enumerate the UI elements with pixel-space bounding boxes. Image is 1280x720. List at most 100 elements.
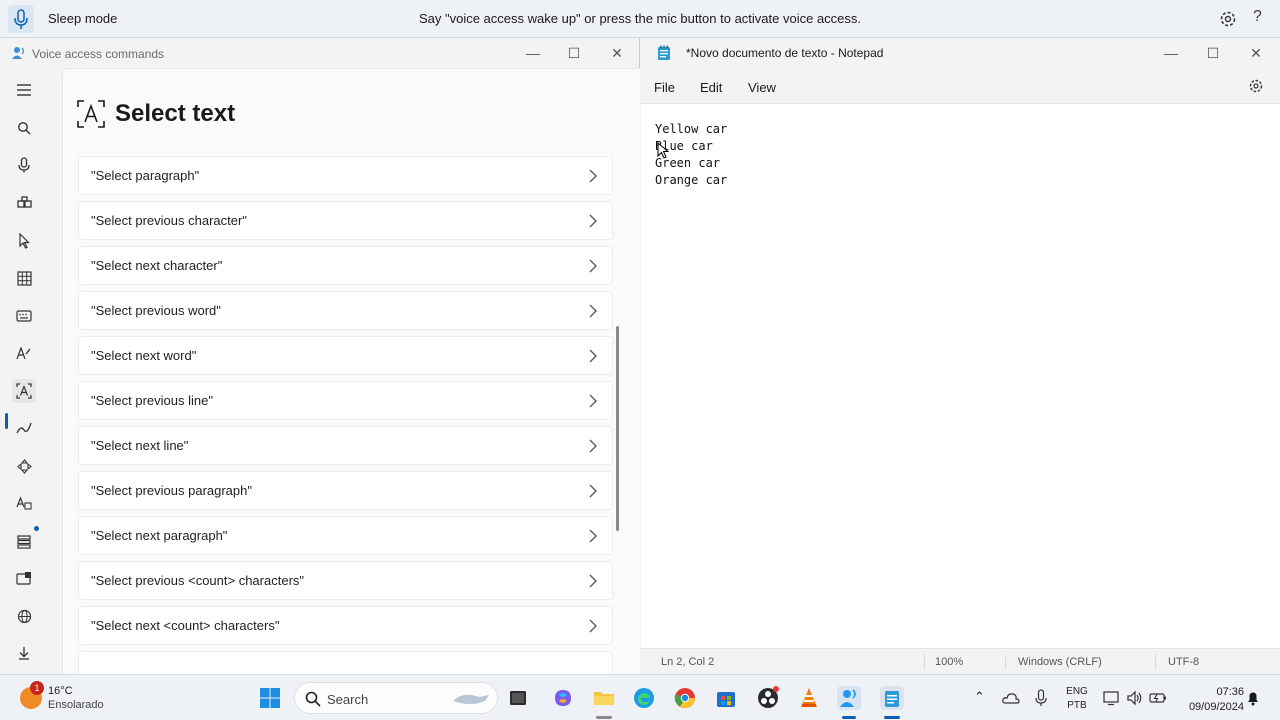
chevron-right-icon — [589, 619, 597, 633]
search-icon — [18, 122, 31, 135]
nav-keyboard[interactable] — [12, 304, 36, 328]
nav-apps[interactable] — [12, 191, 36, 215]
network-icon[interactable] — [1103, 690, 1121, 706]
microphone-icon[interactable] — [1034, 689, 1048, 707]
menu-file[interactable]: File — [654, 80, 675, 95]
running-indicator — [884, 716, 900, 719]
command-item[interactable]: "Select previous character" — [78, 201, 613, 240]
command-item[interactable]: "Select next word" — [78, 336, 613, 375]
nav-pointer[interactable] — [12, 229, 36, 253]
select-text-icon — [77, 100, 105, 128]
command-item[interactable]: "Select next paragraph" — [78, 516, 613, 555]
task-view-icon[interactable] — [506, 686, 530, 710]
text-editor[interactable]: Yellow car Blue car Green car Orange car — [641, 104, 1280, 648]
nav-text-edit[interactable] — [12, 341, 36, 365]
command-item[interactable]: "Select paragraph" — [78, 156, 613, 195]
cursor-position: Ln 2, Col 2 — [661, 656, 715, 668]
obs-icon[interactable] — [756, 686, 780, 710]
copilot-icon[interactable] — [551, 686, 575, 710]
close-button[interactable]: ✕ — [1247, 44, 1265, 62]
command-item[interactable]: "Select previous paragraph" — [78, 471, 613, 510]
gear-icon[interactable] — [1218, 9, 1238, 29]
nav-download[interactable] — [12, 641, 36, 665]
notification-bell-icon[interactable] — [1246, 690, 1260, 706]
encoding: UTF-8 — [1168, 656, 1200, 668]
layers-icon — [17, 534, 31, 549]
nav-screen[interactable] — [12, 566, 36, 590]
voice-access-icon[interactable] — [837, 686, 861, 710]
search-highlight-icon — [453, 694, 489, 704]
keyboard-icon — [16, 310, 32, 322]
title-bar: *Novo documento de texto - Notepad — ☐ ✕ — [641, 38, 1280, 68]
command-item[interactable]: "Select previous word" — [78, 291, 613, 330]
taskbar: 1 16°C Ensolarado Search ⌃ ENG PTB 07:36… — [0, 674, 1280, 720]
title-bar: Voice access commands — ☐ ✕ — [0, 38, 640, 68]
nav-grid[interactable] — [12, 266, 36, 290]
nav-menu[interactable] — [12, 78, 36, 102]
chevron-right-icon — [589, 574, 597, 588]
vlc-icon[interactable] — [797, 686, 821, 710]
file-explorer-icon[interactable] — [592, 686, 616, 710]
chevron-up-icon[interactable]: ⌃ — [974, 689, 985, 705]
nav-move[interactable] — [12, 454, 36, 478]
zoom-level: 100% — [935, 656, 964, 668]
nav-settings[interactable] — [12, 526, 39, 553]
command-item[interactable]: "Select next character" — [78, 246, 613, 285]
menu-edit[interactable]: Edit — [700, 80, 722, 95]
nav-microphone[interactable] — [12, 153, 36, 177]
date: 09/09/2024 — [1188, 701, 1244, 713]
chevron-right-icon — [589, 394, 597, 408]
grid-icon — [16, 270, 32, 286]
active-indicator — [5, 413, 8, 429]
move-icon — [16, 458, 32, 474]
command-item[interactable]: "Select next <count> characters" — [78, 606, 613, 645]
weather-widget[interactable]: 1 16°C Ensolarado — [20, 681, 120, 713]
nav-language[interactable] — [12, 604, 36, 628]
divider — [1005, 654, 1006, 669]
divider — [1155, 654, 1156, 669]
maximize-button[interactable]: ☐ — [1204, 44, 1222, 62]
dictation-icon — [16, 422, 32, 434]
volume-icon[interactable] — [1126, 690, 1144, 706]
voice-access-app-icon — [12, 47, 25, 59]
nav-select-text[interactable] — [12, 379, 36, 403]
command-item[interactable]: "Select previous <count> characters" — [78, 561, 613, 600]
notepad-icon — [658, 45, 670, 60]
command-item[interactable]: "Select next line" — [78, 426, 613, 465]
select-text-icon — [16, 383, 32, 399]
notification-dot — [34, 526, 39, 531]
gear-icon[interactable] — [1248, 78, 1264, 94]
close-button[interactable]: ✕ — [608, 44, 626, 62]
text-line: Orange car — [655, 173, 728, 187]
status-bar: Ln 2, Col 2 100% Windows (CRLF) UTF-8 — [641, 648, 1280, 674]
help-button[interactable]: ? — [1253, 8, 1262, 26]
download-icon — [19, 647, 29, 660]
nav-search[interactable] — [12, 116, 36, 140]
nav-spelling[interactable] — [12, 491, 36, 515]
weather-temperature: 16°C — [48, 685, 73, 697]
notepad-icon[interactable] — [880, 686, 904, 710]
scrollbar[interactable] — [616, 326, 619, 531]
page-title: Select text — [115, 100, 236, 127]
minimize-button[interactable]: — — [1162, 44, 1180, 62]
onedrive-icon[interactable] — [1002, 690, 1020, 706]
weather-condition: Ensolarado — [48, 699, 104, 711]
edge-icon[interactable] — [632, 686, 656, 710]
command-item[interactable]: "Select previous line" — [78, 381, 613, 420]
voice-access-bar: Sleep mode Say "voice access wake up" or… — [0, 0, 1280, 38]
command-item[interactable] — [78, 651, 613, 674]
store-icon[interactable] — [714, 686, 738, 710]
language-indicator[interactable]: ENG PTB — [1062, 685, 1092, 713]
taskbar-search[interactable]: Search — [294, 682, 498, 714]
windows-start-icon[interactable] — [258, 686, 282, 710]
nav-dictation[interactable] — [12, 416, 36, 440]
apps-icon — [16, 195, 32, 208]
menu-view[interactable]: View — [748, 80, 776, 95]
running-indicator — [842, 716, 856, 719]
maximize-button[interactable]: ☐ — [565, 44, 583, 62]
clock[interactable]: 07:36 09/09/2024 — [1176, 685, 1244, 715]
battery-icon[interactable] — [1149, 690, 1167, 706]
minimize-button[interactable]: — — [524, 44, 542, 62]
chevron-right-icon — [589, 259, 597, 273]
chrome-icon[interactable] — [673, 686, 697, 710]
